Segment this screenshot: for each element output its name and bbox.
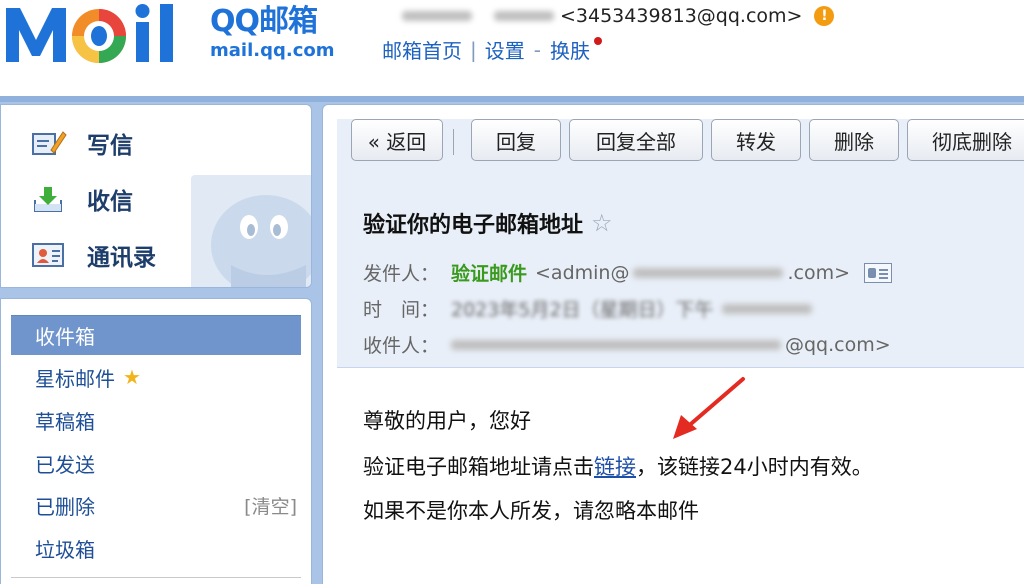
body-greeting: 尊敬的用户，您好 bbox=[363, 409, 531, 433]
product-name: QQ邮箱 bbox=[210, 4, 318, 39]
folder-inbox-label: 收件箱 bbox=[35, 325, 95, 349]
delete-permanently-button[interactable]: 彻底删除 bbox=[907, 119, 1024, 161]
recipient-address-end: @qq.com> bbox=[785, 333, 891, 356]
time-value: 2023年5月2日（星期日）下午 bbox=[451, 299, 714, 321]
contact-card-icon[interactable] bbox=[864, 262, 893, 283]
sender-address-start: <admin@ bbox=[535, 261, 630, 284]
star-icon: ★ bbox=[123, 365, 141, 389]
body-line-1-before: 验证电子邮箱地址请点击 bbox=[363, 455, 594, 479]
forward-button[interactable]: 转发 bbox=[711, 119, 801, 161]
folder-spam-label: 垃圾箱 bbox=[35, 537, 95, 562]
time-label: 时 间： bbox=[363, 299, 440, 321]
compose-icon bbox=[32, 131, 67, 155]
top-nav: 邮箱首页 | 设置 - 换肤 bbox=[382, 35, 602, 64]
body-line-2: 如果不是你本人所发，请忽略本邮件 bbox=[363, 499, 699, 523]
back-button[interactable]: « 返回 bbox=[351, 119, 443, 161]
toolbar-separator bbox=[453, 129, 454, 155]
folder-sent-label: 已发送 bbox=[35, 452, 95, 477]
sender-name[interactable]: 验证邮件 bbox=[451, 259, 527, 286]
account-info: <3453439813@qq.com> ! bbox=[402, 3, 835, 29]
nav-dash: - bbox=[533, 37, 541, 62]
nav-skin-link[interactable]: 换肤 bbox=[550, 35, 590, 64]
to-row: 收件人： @qq.com> bbox=[363, 331, 891, 358]
time-row: 时 间： 2023年5月2日（星期日）下午 bbox=[363, 295, 812, 322]
qq-mail-logo[interactable] bbox=[2, 0, 202, 70]
sidebar-quick-actions: 写信 收信 通讯录 bbox=[0, 104, 312, 288]
body-line-1-after: ，该链接24小时内有效。 bbox=[636, 455, 873, 479]
folder-starred-label: 星标邮件 bbox=[35, 366, 115, 391]
reply-button[interactable]: 回复 bbox=[471, 119, 561, 161]
new-indicator-dot bbox=[593, 36, 602, 45]
inbox-download-icon bbox=[34, 187, 62, 212]
mail-reading-pane: « 返回 回复 回复全部 转发 删除 彻底删除 验证你的电子邮箱地址 ☆ 发件人… bbox=[322, 104, 1024, 584]
nav-settings-link[interactable]: 设置 bbox=[485, 35, 525, 64]
redacted-nickname bbox=[402, 11, 472, 21]
product-domain: mail.qq.com bbox=[210, 40, 335, 61]
from-row: 发件人： 验证邮件 <admin@ .com> bbox=[363, 259, 893, 286]
verification-link[interactable]: 链接 bbox=[594, 455, 636, 479]
folder-inbox[interactable]: 收件箱 bbox=[11, 315, 301, 355]
star-outline-icon[interactable]: ☆ bbox=[591, 209, 613, 237]
empty-trash-link[interactable]: [清空] bbox=[244, 492, 297, 519]
folder-deleted-label: 已删除 bbox=[35, 494, 95, 519]
mail-header: 验证你的电子邮箱地址 ☆ 发件人： 验证邮件 <admin@ .com> 时 间… bbox=[337, 175, 1024, 368]
logo-subtitle: QQ邮箱 mail.qq.com bbox=[210, 4, 334, 62]
sender-address-end: .com> bbox=[787, 261, 851, 284]
folder-drafts-label: 草稿箱 bbox=[35, 409, 95, 434]
compose-label: 写信 bbox=[87, 133, 133, 159]
contacts-button[interactable]: 通讯录 bbox=[31, 235, 156, 275]
redacted-name bbox=[494, 11, 554, 21]
header: QQ邮箱 mail.qq.com <3453439813@qq.com> ! 邮… bbox=[0, 0, 1024, 96]
redacted-sender-domain bbox=[633, 267, 784, 278]
delete-button[interactable]: 删除 bbox=[809, 119, 899, 161]
subject-text: 验证你的电子邮箱地址 bbox=[363, 213, 584, 238]
receive-label: 收信 bbox=[87, 189, 133, 215]
warning-icon[interactable]: ! bbox=[814, 6, 835, 26]
contacts-icon bbox=[32, 243, 64, 267]
folder-sent[interactable]: 已发送 bbox=[11, 443, 301, 483]
annotation-arrow-icon bbox=[673, 377, 745, 439]
redacted-time bbox=[721, 303, 812, 314]
mail-subject: 验证你的电子邮箱地址 ☆ bbox=[363, 207, 613, 239]
redacted-recipient bbox=[451, 339, 781, 350]
folder-starred[interactable]: 星标邮件 ★ bbox=[11, 357, 301, 397]
contacts-label: 通讯录 bbox=[87, 245, 156, 271]
reply-all-button[interactable]: 回复全部 bbox=[569, 119, 703, 161]
frame-top-bar bbox=[0, 96, 1024, 102]
nav-home-link[interactable]: 邮箱首页 bbox=[382, 35, 462, 64]
compose-button[interactable]: 写信 bbox=[31, 123, 133, 163]
folder-divider bbox=[11, 577, 301, 578]
to-label: 收件人： bbox=[363, 335, 440, 357]
sidebar-folders: 收件箱 星标邮件 ★ 草稿箱 已发送 已删除 [清空] 垃圾箱 bbox=[0, 298, 312, 584]
folder-drafts[interactable]: 草稿箱 bbox=[11, 400, 301, 440]
body-line-1: 验证电子邮箱地址请点击链接，该链接24小时内有效。 bbox=[363, 451, 873, 481]
folder-spam[interactable]: 垃圾箱 bbox=[11, 528, 301, 568]
folder-deleted[interactable]: 已删除 [清空] bbox=[11, 485, 301, 525]
qq-penguin-stamp-icon bbox=[191, 175, 311, 287]
qq-mail-window: QQ邮箱 mail.qq.com <3453439813@qq.com> ! 邮… bbox=[0, 0, 1024, 584]
account-email: <3453439813@qq.com> bbox=[560, 5, 803, 27]
receive-button[interactable]: 收信 bbox=[31, 179, 133, 219]
from-label: 发件人： bbox=[363, 263, 440, 285]
nav-separator: | bbox=[470, 37, 477, 62]
